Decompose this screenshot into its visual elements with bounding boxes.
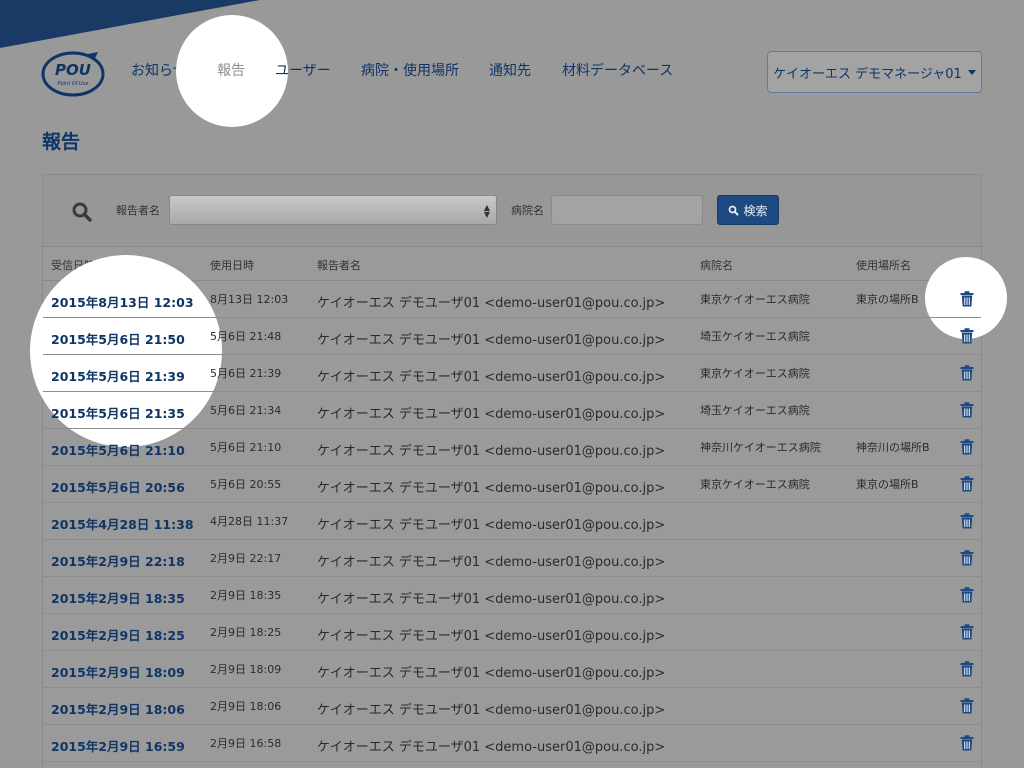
- reporter-name: ケイオーエス デモユーザ01 <demo-user01@pou.co.jp>: [317, 703, 666, 718]
- reporter-name: ケイオーエス デモユーザ01 <demo-user01@pou.co.jp>: [317, 518, 666, 533]
- trash-icon[interactable]: [960, 439, 974, 455]
- reporter-name: ケイオーエス デモユーザ01 <demo-user01@pou.co.jp>: [317, 592, 666, 607]
- user-menu-button[interactable]: ケイオーエス デモマネージャ01: [767, 51, 982, 93]
- used-datetime: 2月9日 18:09: [210, 663, 282, 676]
- user-menu-label: ケイオーエス デモマネージャ01: [773, 66, 962, 82]
- used-datetime: 2月9日 18:35: [210, 589, 282, 602]
- used-datetime: 5月6日 21:34: [210, 404, 282, 417]
- hospital-name: 東京ケイオーエス病院: [700, 367, 810, 380]
- received-datetime-link[interactable]: 2015年2月9日 22:18: [51, 551, 185, 570]
- table-row: 2015年5月6日 21:35 5月6日 21:34 ケイオーエス デモユーザ01 …: [43, 392, 981, 429]
- hospital-name: 埼玉ケイオーエス病院: [700, 404, 810, 417]
- trash-icon[interactable]: [960, 476, 974, 492]
- reporter-name: ケイオーエス デモユーザ01 <demo-user01@pou.co.jp>: [317, 740, 666, 755]
- table-row: 2015年2月9日 22:18 2月9日 22:17 ケイオーエス デモユーザ01 …: [43, 540, 981, 577]
- logo-text: POU: [55, 61, 91, 79]
- used-datetime: 2月9日 18:06: [210, 700, 282, 713]
- nav-item-materials-db[interactable]: 材料データベース: [562, 60, 673, 80]
- trash-icon[interactable]: [960, 661, 974, 677]
- pou-logo[interactable]: POU Point Of Use: [40, 48, 106, 98]
- used-datetime: 5月6日 21:39: [210, 367, 282, 380]
- table-row: 2015年2月9日 18:25 2月9日 18:25 ケイオーエス デモユーザ01 …: [43, 614, 981, 651]
- received-datetime-link[interactable]: 2015年2月9日 18:25: [51, 625, 185, 644]
- reporter-name: ケイオーエス デモユーザ01 <demo-user01@pou.co.jp>: [317, 666, 666, 681]
- place-name: 神奈川の場所B: [856, 441, 930, 454]
- hospital-name: 埼玉ケイオーエス病院: [700, 330, 810, 343]
- used-datetime: 4月28日 11:37: [210, 515, 289, 528]
- trash-icon[interactable]: [960, 698, 974, 714]
- used-datetime: 2月9日 18:25: [210, 626, 282, 639]
- table-row: 2015年5月6日 21:50 5月6日 21:48 ケイオーエス デモユーザ01 …: [43, 318, 981, 355]
- table-row: 2015年2月9日 18:09 2月9日 18:09 ケイオーエス デモユーザ01 …: [43, 651, 981, 688]
- reporter-name: ケイオーエス デモユーザ01 <demo-user01@pou.co.jp>: [317, 407, 666, 422]
- received-datetime-link[interactable]: 2015年4月28日 11:38: [51, 514, 194, 533]
- table-row: 2015年2月9日 18:06 2月9日 18:06 ケイオーエス デモユーザ01 …: [43, 688, 981, 725]
- table-row: 2015年2月9日 18:35 2月9日 18:35 ケイオーエス デモユーザ01 …: [43, 577, 981, 614]
- used-datetime: 5月6日 20:55: [210, 478, 282, 491]
- nav-item-hospitals-places[interactable]: 病院・使用場所: [361, 60, 459, 80]
- received-datetime-link[interactable]: 2015年5月6日 21:50: [51, 329, 185, 348]
- table-row: 2015年8月13日 12:03 8月13日 12:03 ケイオーエス デモユーザ0…: [43, 281, 981, 318]
- trash-icon[interactable]: [960, 735, 974, 751]
- used-datetime: 2月9日 16:58: [210, 737, 282, 750]
- table-row: 2015年2月9日 16:59 2月9日 16:58 ケイオーエス デモユーザ01 …: [43, 725, 981, 762]
- nav-item-users[interactable]: ユーザー: [275, 60, 331, 80]
- trash-icon[interactable]: [960, 291, 974, 307]
- received-datetime-link[interactable]: 2015年5月6日 21:35: [51, 403, 185, 422]
- received-datetime-link[interactable]: 2015年5月6日 21:10: [51, 440, 185, 459]
- received-datetime-link[interactable]: 2015年2月9日 18:35: [51, 588, 185, 607]
- table-rows-layer: 2015年8月13日 12:03 8月13日 12:03 ケイオーエス デモユーザ0…: [43, 175, 981, 768]
- received-datetime-link[interactable]: 2015年2月9日 18:06: [51, 699, 185, 718]
- reporter-name: ケイオーエス デモユーザ01 <demo-user01@pou.co.jp>: [317, 629, 666, 644]
- navbar: POU Point Of Use お知らせ 報告 ユーザー 病院・使用場所 通知…: [0, 15, 1024, 127]
- trash-icon[interactable]: [960, 365, 974, 381]
- table-row: 2015年4月28日 11:38 4月28日 11:37 ケイオーエス デモユーザ0…: [43, 503, 981, 540]
- used-datetime: 5月6日 21:48: [210, 330, 282, 343]
- table-row: 2015年5月6日 21:39 5月6日 21:39 ケイオーエス デモユーザ01 …: [43, 355, 981, 392]
- place-name: 東京の場所B: [856, 478, 919, 491]
- reporter-name: ケイオーエス デモユーザ01 <demo-user01@pou.co.jp>: [317, 333, 666, 348]
- reporter-name: ケイオーエス デモユーザ01 <demo-user01@pou.co.jp>: [317, 296, 666, 311]
- trash-icon[interactable]: [960, 550, 974, 566]
- received-datetime-link[interactable]: 2015年5月6日 20:56: [51, 477, 185, 496]
- page-title: 報告: [42, 131, 81, 153]
- used-datetime: 5月6日 21:10: [210, 441, 282, 454]
- nav-item-reports[interactable]: 報告: [217, 60, 245, 80]
- trash-icon[interactable]: [960, 513, 974, 529]
- trash-icon[interactable]: [960, 624, 974, 640]
- reporter-name: ケイオーエス デモユーザ01 <demo-user01@pou.co.jp>: [317, 481, 666, 496]
- nav-item-notify-targets[interactable]: 通知先: [489, 60, 531, 80]
- reporter-name: ケイオーエス デモユーザ01 <demo-user01@pou.co.jp>: [317, 370, 666, 385]
- used-datetime: 8月13日 12:03: [210, 293, 289, 306]
- used-datetime: 2月9日 22:17: [210, 552, 282, 565]
- received-datetime-link[interactable]: 2015年5月6日 21:39: [51, 366, 185, 385]
- logo-tagline: Point Of Use: [58, 81, 89, 87]
- received-datetime-link[interactable]: 2015年8月13日 12:03: [51, 292, 194, 311]
- table-row: 2015年5月6日 21:10 5月6日 21:10 ケイオーエス デモユーザ01 …: [43, 429, 981, 466]
- trash-icon[interactable]: [960, 587, 974, 603]
- nav-item-news[interactable]: お知らせ: [131, 60, 187, 80]
- place-name: 東京の場所B: [856, 293, 919, 306]
- reporter-name: ケイオーエス デモユーザ01 <demo-user01@pou.co.jp>: [317, 444, 666, 459]
- reporter-name: ケイオーエス デモユーザ01 <demo-user01@pou.co.jp>: [317, 555, 666, 570]
- caret-down-icon: [967, 69, 976, 75]
- trash-icon[interactable]: [960, 402, 974, 418]
- table-row: 2015年5月6日 20:56 5月6日 20:55 ケイオーエス デモユーザ01 …: [43, 466, 981, 503]
- received-datetime-link[interactable]: 2015年2月9日 18:09: [51, 662, 185, 681]
- hospital-name: 東京ケイオーエス病院: [700, 293, 810, 306]
- hospital-name: 神奈川ケイオーエス病院: [700, 441, 821, 454]
- received-datetime-link[interactable]: 2015年2月9日 16:59: [51, 736, 185, 755]
- hospital-name: 東京ケイオーエス病院: [700, 478, 810, 491]
- trash-icon[interactable]: [960, 328, 974, 344]
